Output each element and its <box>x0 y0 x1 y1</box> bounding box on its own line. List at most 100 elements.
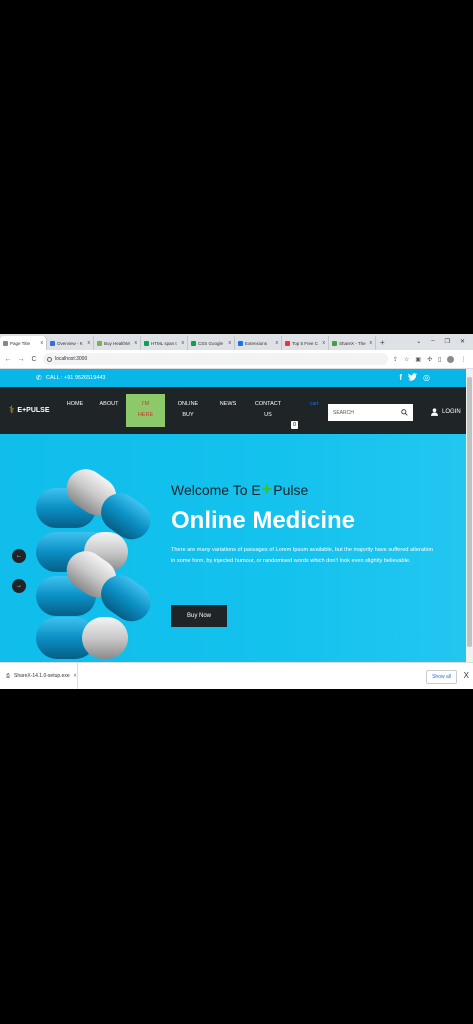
puzzle-icon[interactable]: ✣ <box>427 356 432 363</box>
bookmark-star-icon[interactable]: ☆ <box>404 356 409 363</box>
browser-tab[interactable]: HTML span t x <box>141 336 188 350</box>
tab-close-icon[interactable]: x <box>135 340 138 346</box>
hero-description: There are many variations of passages of… <box>171 547 434 564</box>
download-item[interactable]: ⎙ ShareX-14.1.0-setup.exe ˄ <box>0 662 78 689</box>
buy-now-button[interactable]: Buy Now <box>171 605 227 627</box>
tab-close-icon[interactable]: x <box>229 340 232 346</box>
nav-home[interactable]: HOME <box>66 399 84 410</box>
tab-strip: Page Title x Overview - Kx Buy HealthM x HTML… <box>0 334 473 350</box>
close-download-bar-button[interactable]: X <box>464 671 469 680</box>
browser-tab[interactable]: CSS Google x <box>188 336 235 350</box>
reload-icon[interactable]: C <box>30 356 38 363</box>
browser-tab[interactable]: Page Title x <box>0 336 47 350</box>
main-nav: ⚕ E+PULSE HOME ABOUT I'M HERE ONLINE BUY… <box>0 387 466 434</box>
cart-count-badge: 0 <box>291 421 298 429</box>
browser-tab[interactable]: ShareX - The x <box>329 336 376 350</box>
logo[interactable]: ⚕ E+PULSE <box>9 405 50 416</box>
tab-favicon <box>238 340 243 346</box>
tab-close-icon[interactable]: x <box>41 340 44 346</box>
url-text: localhost:3000 <box>55 356 88 362</box>
browser-tab[interactable]: Overview - K x <box>47 336 94 350</box>
logo-text: E+PULSE <box>17 407 50 414</box>
download-bar: ⎙ ShareX-14.1.0-setup.exe ˄ Show all X <box>0 662 473 689</box>
tab-favicon <box>50 340 55 346</box>
instagram-icon[interactable]: ◎ <box>423 373 430 383</box>
tab-favicon <box>285 340 290 346</box>
browser-window: Page Title x Overview - Kx Buy HealthM x HTML… <box>0 334 473 689</box>
tab-search-icon[interactable]: ⌄ <box>416 338 421 345</box>
nav-im-here[interactable]: I'M HERE <box>126 394 165 427</box>
twitter-icon[interactable] <box>408 373 418 383</box>
welcome-text: Welcome To E <box>171 481 261 498</box>
nav-contact-us[interactable]: CONTACT US <box>254 399 282 421</box>
site-info-icon[interactable] <box>47 356 52 362</box>
cart-link[interactable]: cart <box>310 401 318 407</box>
tab-title: Buy HealthM <box>104 340 130 346</box>
new-tab-button[interactable]: + <box>376 336 389 350</box>
tab-title: Top 5 Free C <box>292 340 319 346</box>
close-window-icon[interactable]: ✕ <box>460 338 465 345</box>
caduceus-icon: ⚕ <box>9 405 15 416</box>
welcome-brand: Pulse <box>273 481 309 498</box>
back-icon[interactable]: ← <box>4 356 12 363</box>
login-link[interactable]: LOGIN <box>431 408 461 416</box>
nav-news[interactable]: NEWS <box>219 399 237 410</box>
tab-close-icon[interactable]: x <box>276 340 279 346</box>
tab-favicon <box>144 340 149 346</box>
hero-headline: Online Medicine <box>171 507 356 534</box>
facebook-icon[interactable]: f <box>399 373 402 383</box>
window-controls: ⌄ – ❐ ✕ <box>416 334 473 348</box>
tab-title: HTML span t <box>151 340 177 346</box>
nav-about[interactable]: ABOUT <box>98 399 120 410</box>
show-all-button[interactable]: Show all <box>426 670 457 684</box>
carousel-prev-button[interactable]: ← <box>12 549 26 563</box>
plus-icon: + <box>261 479 273 499</box>
browser-tab[interactable]: Top 5 Free C x <box>282 336 329 350</box>
phone-text: CALL : +91 9526519443 <box>45 375 106 381</box>
tab-favicon <box>3 340 8 346</box>
tab-close-icon[interactable]: x <box>88 340 91 346</box>
scrollbar-thumb[interactable] <box>467 377 472 647</box>
tab-close-icon[interactable]: x <box>323 340 326 346</box>
hero-banner: ← → Welcome To E + Pulse Online Medicine T… <box>0 434 466 662</box>
tab-title: Overview - K <box>57 340 83 346</box>
tab-close-icon[interactable]: x <box>182 340 185 346</box>
forward-icon[interactable]: → <box>17 356 25 363</box>
phone-icon: ✆ <box>36 375 42 382</box>
browser-tab[interactable]: Extensions x <box>235 336 282 350</box>
nav-online-buy[interactable]: ONLINE BUY <box>176 399 200 421</box>
sidepanel-icon[interactable]: ▯ <box>438 356 441 363</box>
tab-title: CSS Google <box>198 340 224 346</box>
tab-title: Extensions <box>245 340 268 346</box>
website: ✆ CALL : +91 9526519443 f ◎ ⚕ E+PULSE HO… <box>0 369 466 662</box>
search-input[interactable]: SEARCH <box>328 404 413 421</box>
file-icon: ⎙ <box>6 673 11 679</box>
browser-toolbar: ← → C localhost:3000 ⇪ ☆ ▣ ✣ ▯ ⋮ <box>0 350 473 369</box>
tab-title: Page Title <box>10 340 31 346</box>
search-icon[interactable] <box>401 409 408 416</box>
menu-icon[interactable]: ⋮ <box>460 356 466 363</box>
user-icon <box>431 408 438 416</box>
tab-favicon <box>191 340 196 346</box>
minimize-icon[interactable]: – <box>431 338 434 344</box>
carousel-next-button[interactable]: → <box>12 579 26 593</box>
pills-illustration <box>36 469 151 659</box>
download-filename: ShareX-14.1.0-setup.exe <box>14 673 70 679</box>
chevron-up-icon[interactable]: ˄ <box>74 673 77 679</box>
extension-icon[interactable]: ▣ <box>415 356 421 363</box>
toolbar-icons: ⇪ ☆ ▣ ✣ ▯ ⋮ <box>393 355 466 363</box>
restore-icon[interactable]: ❐ <box>445 338 450 345</box>
tab-favicon <box>97 340 102 346</box>
login-label: LOGIN <box>442 409 461 415</box>
page-scrollbar[interactable] <box>466 369 473 662</box>
tab-favicon <box>332 340 337 346</box>
tab-title: ShareX - The <box>339 340 366 346</box>
profile-avatar[interactable] <box>447 355 455 363</box>
browser-tab[interactable]: Buy HealthM x <box>94 336 141 350</box>
share-icon[interactable]: ⇪ <box>393 356 398 363</box>
tab-close-icon[interactable]: x <box>370 340 373 346</box>
search-placeholder: SEARCH <box>333 409 354 416</box>
social-links: f ◎ <box>399 373 430 383</box>
contact-bar: ✆ CALL : +91 9526519443 f ◎ <box>0 369 466 387</box>
address-bar[interactable]: localhost:3000 <box>43 353 388 365</box>
